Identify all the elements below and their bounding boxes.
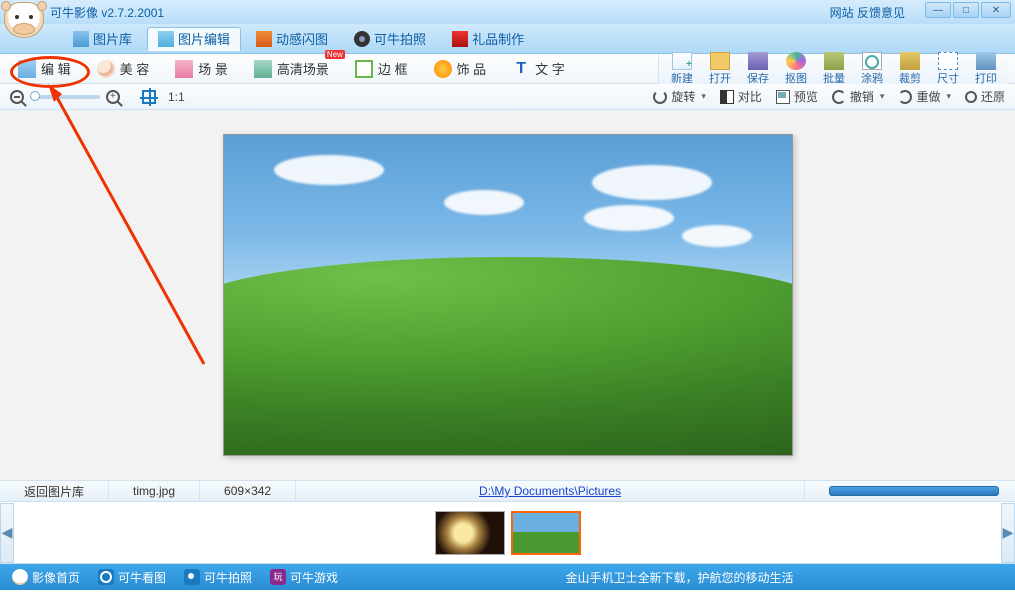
zoom-out-icon[interactable] [10, 90, 24, 104]
tool-hd[interactable]: 高清场景New [244, 56, 339, 81]
gift-icon [452, 31, 468, 47]
bottom-photo[interactable]: 可牛拍照 [184, 569, 252, 586]
look-icon [98, 569, 114, 585]
border-icon [355, 60, 373, 78]
status-bar: 返回图片库 timg.jpg 609×342 D:\My Documents\P… [0, 480, 1015, 502]
cow-icon [12, 569, 28, 585]
bottom-look[interactable]: 可牛看图 [98, 569, 166, 586]
photo-icon [184, 569, 200, 585]
tab-edit[interactable]: 图片编辑 [147, 27, 241, 51]
minimize-button[interactable]: — [925, 2, 951, 18]
app-title: 可牛影像 v2.7.2.2001 [50, 4, 164, 21]
close-button[interactable]: ✕ [981, 2, 1011, 18]
camera-icon [354, 31, 370, 47]
deco-icon [434, 60, 452, 78]
zoom-ratio: 1:1 [168, 90, 185, 104]
save-icon [748, 52, 768, 70]
zoom-in-icon[interactable] [106, 90, 120, 104]
tool-border[interactable]: 边 框 [345, 56, 418, 81]
flash-icon [256, 31, 272, 47]
open-button[interactable]: 打开 [701, 52, 739, 86]
tab-camera[interactable]: 可牛拍照 [343, 27, 437, 51]
tool-text[interactable]: T文 字 [502, 56, 575, 81]
rotate-button[interactable]: 旋转 [653, 88, 706, 105]
doodle-button[interactable]: 涂鸦 [853, 52, 891, 86]
back-to-library[interactable]: 返回图片库 [0, 481, 109, 501]
print-icon [976, 52, 996, 70]
cut-icon [900, 52, 920, 70]
batch-button[interactable]: 批量 [815, 52, 853, 86]
game-icon: 玩 [270, 569, 286, 585]
image-frame[interactable] [223, 134, 793, 456]
hd-icon [254, 60, 272, 78]
thumbnail-1[interactable] [435, 511, 505, 555]
zoom-slider[interactable] [30, 95, 100, 99]
new-badge: New [325, 50, 345, 59]
image-content [224, 135, 792, 455]
filmstrip-left[interactable]: ◀ [0, 503, 14, 563]
tool-edit[interactable]: 编 辑 [8, 56, 81, 81]
path-link[interactable]: D:\My Documents\Pictures [296, 481, 805, 501]
promo-text[interactable]: 金山手机卫士全新下载，护航您的移动生活 [566, 569, 794, 586]
save-button[interactable]: 保存 [739, 52, 777, 86]
site-link[interactable]: 网站 [830, 6, 854, 20]
cut-button[interactable]: 裁剪 [891, 52, 929, 86]
tool-scene[interactable]: 场 景 [165, 56, 238, 81]
doodle-icon [862, 52, 882, 70]
progress-track[interactable] [829, 486, 999, 496]
edit-icon [158, 31, 174, 47]
preview-button[interactable]: 预览 [776, 88, 818, 105]
new-button[interactable]: 新建 [663, 52, 701, 86]
contrast-icon [720, 90, 734, 104]
contrast-button[interactable]: 对比 [720, 88, 762, 105]
top-links: 网站 反馈意见 [830, 4, 905, 21]
tab-gift[interactable]: 礼品制作 [441, 27, 535, 51]
open-icon [710, 52, 730, 70]
feedback-link[interactable]: 反馈意见 [857, 6, 905, 20]
bottom-bar: 影像首页 可牛看图 可牛拍照 玩可牛游戏 金山手机卫士全新下载，护航您的移动生活 [0, 564, 1015, 590]
preview-icon [776, 90, 790, 104]
new-icon [672, 52, 692, 70]
revert-icon [965, 91, 977, 103]
edit-small-icon [18, 60, 36, 78]
primary-tabs: 图片库 图片编辑 动感闪图 可牛拍照 礼品制作 [0, 24, 1015, 54]
filmstrip-right[interactable]: ▶ [1001, 503, 1015, 563]
thumbnail-2[interactable] [511, 511, 581, 555]
filename-cell: timg.jpg [109, 481, 200, 501]
cropsel-button[interactable]: 抠图 [777, 52, 815, 86]
action-buttons: 新建 打开 保存 抠图 批量 涂鸦 裁剪 尺寸 打印 [658, 54, 1009, 84]
tab-library[interactable]: 图片库 [62, 27, 143, 51]
redo-icon [898, 90, 912, 104]
bottom-game[interactable]: 玩可牛游戏 [270, 569, 338, 586]
rotate-icon [653, 90, 667, 104]
print-button[interactable]: 打印 [967, 52, 1005, 86]
library-icon [73, 31, 89, 47]
bottom-home[interactable]: 影像首页 [12, 569, 80, 586]
undo-button[interactable]: 撤销 [832, 88, 885, 105]
window-controls: — □ ✕ [923, 2, 1011, 18]
scene-icon [175, 60, 193, 78]
view-bar: 1:1 旋转 对比 预览 撤销 重做 还原 [0, 84, 1015, 110]
app-logo [4, 2, 48, 46]
fit-icon[interactable] [142, 90, 156, 104]
batch-icon [824, 52, 844, 70]
revert-button[interactable]: 还原 [965, 88, 1005, 105]
tool-beauty[interactable]: 美 容 [87, 56, 160, 81]
tool-deco[interactable]: 饰 品 [424, 56, 497, 81]
text-icon: T [512, 60, 530, 78]
canvas-area [0, 110, 1015, 480]
filmstrip: ◀ ▶ [0, 502, 1015, 564]
tool-row: 编 辑 美 容 场 景 高清场景New 边 框 饰 品 T文 字 新建 打开 保… [0, 54, 1015, 84]
redo-button[interactable]: 重做 [898, 88, 951, 105]
undo-icon [832, 90, 846, 104]
dimensions-cell: 609×342 [200, 481, 296, 501]
beauty-icon [97, 60, 115, 78]
cropsel-icon [786, 52, 806, 70]
size-button[interactable]: 尺寸 [929, 52, 967, 86]
size-icon [938, 52, 958, 70]
title-bar: 可牛影像 v2.7.2.2001 网站 反馈意见 — □ ✕ [0, 0, 1015, 24]
tab-flash[interactable]: 动感闪图 [245, 27, 339, 51]
maximize-button[interactable]: □ [953, 2, 979, 18]
